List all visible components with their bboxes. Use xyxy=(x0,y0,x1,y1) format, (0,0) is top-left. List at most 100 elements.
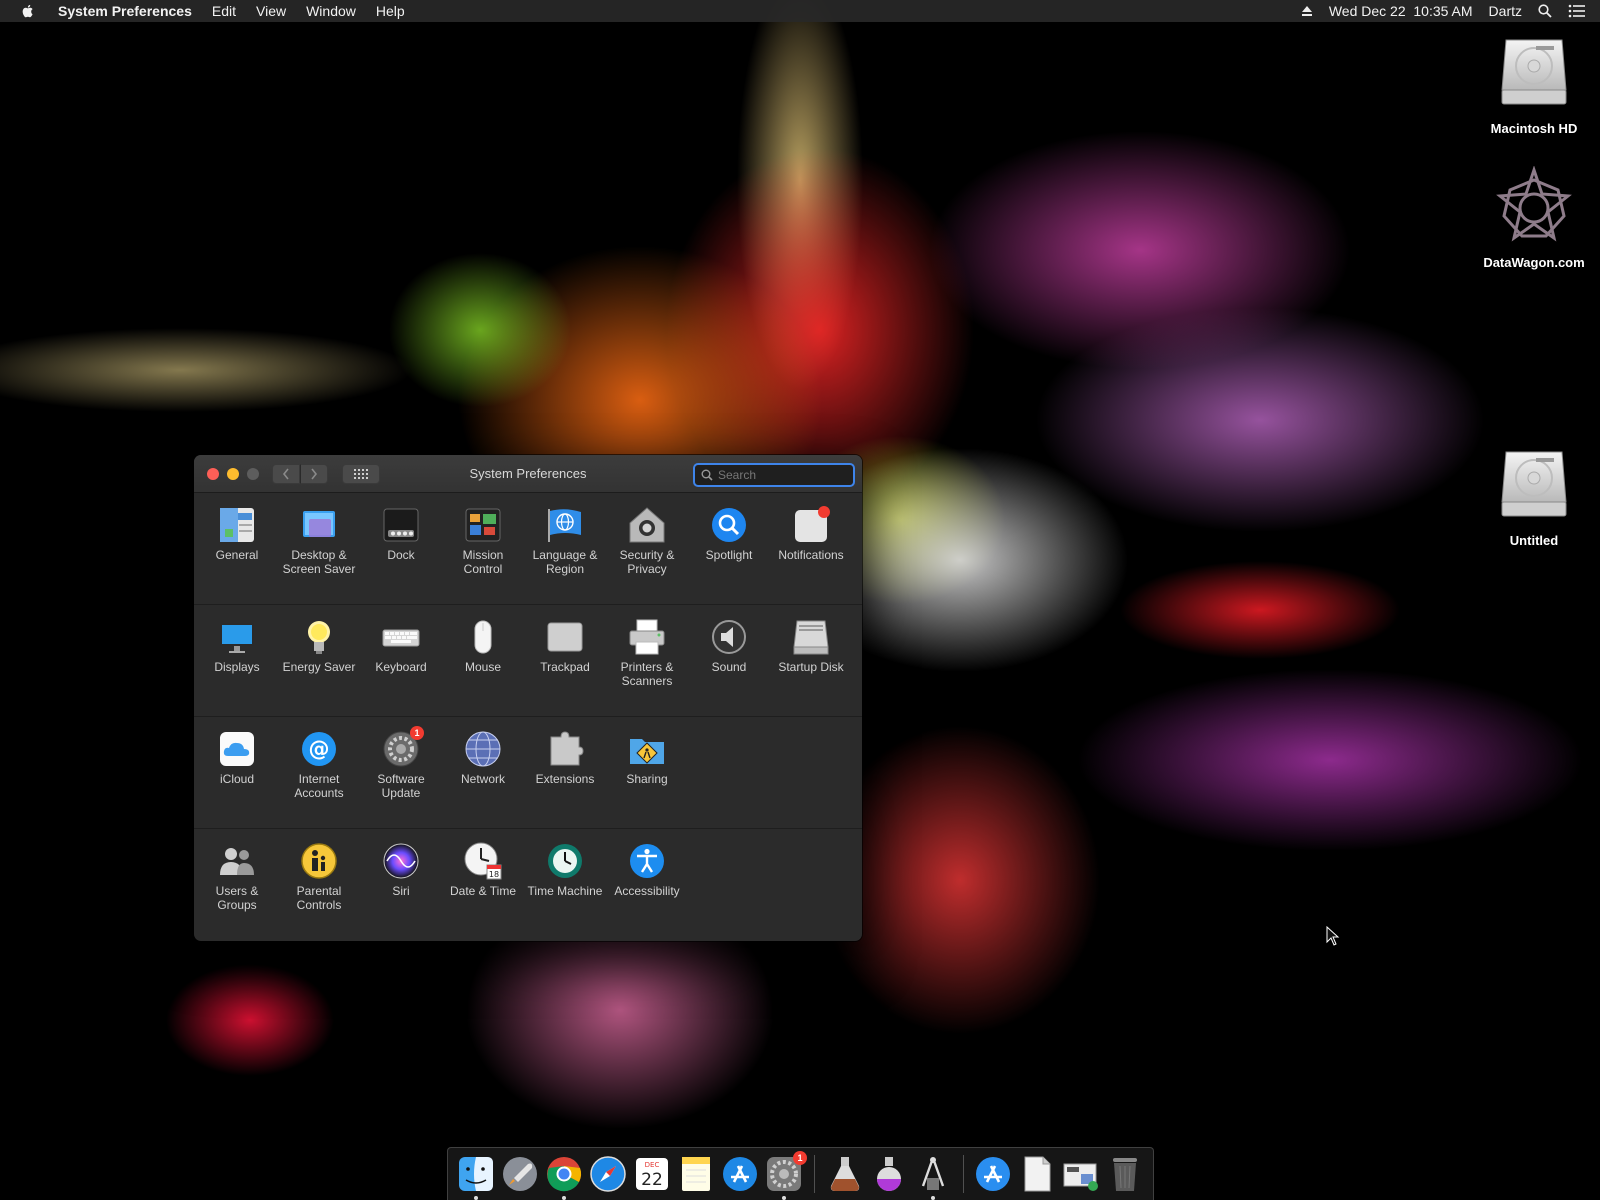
zoom-button[interactable] xyxy=(247,468,259,480)
menu-edit[interactable]: Edit xyxy=(202,0,246,22)
search-input[interactable] xyxy=(718,468,848,482)
pref-label: Network xyxy=(460,772,505,786)
eject-icon[interactable] xyxy=(1301,5,1313,17)
pref-dock[interactable]: Dock xyxy=(360,505,442,604)
menu-help[interactable]: Help xyxy=(366,0,415,22)
pref-general[interactable]: General xyxy=(196,505,278,604)
accessibility-icon xyxy=(627,841,667,881)
pref-internet-accounts[interactable]: @ Internet Accounts xyxy=(278,729,360,828)
pref-startup-disk[interactable]: Startup Disk xyxy=(770,617,852,716)
dock-notes[interactable] xyxy=(676,1154,716,1194)
dock-separator xyxy=(962,1155,963,1193)
pref-sharing[interactable]: Sharing xyxy=(606,729,688,828)
pref-printers-scanners[interactable]: Printers & Scanners xyxy=(606,617,688,716)
dock-document[interactable] xyxy=(1017,1154,1057,1194)
dock-app-store[interactable] xyxy=(720,1154,760,1194)
pref-security-privacy[interactable]: Security & Privacy xyxy=(606,505,688,604)
trash-icon xyxy=(1113,1158,1137,1191)
time-machine-icon xyxy=(545,841,585,881)
pref-row-4: Users & Groups Parental Controls Siri 18… xyxy=(194,829,862,941)
sharing-icon xyxy=(627,729,667,769)
dock-potion-purple[interactable] xyxy=(869,1154,909,1194)
dock-badge: 1 xyxy=(793,1151,807,1165)
dock-utility-tool[interactable] xyxy=(913,1154,953,1200)
network-icon xyxy=(463,729,503,769)
potion-brown-icon xyxy=(830,1157,859,1191)
dock-calendar[interactable]: DEC 22 xyxy=(632,1154,672,1194)
desktop-icon-label: DataWagon.com xyxy=(1483,255,1585,270)
dock-trash[interactable] xyxy=(1105,1154,1145,1194)
pref-extensions[interactable]: Extensions xyxy=(524,729,606,828)
desktop-icon-untitled[interactable]: Untitled xyxy=(1469,444,1599,548)
show-all-button[interactable] xyxy=(342,464,380,484)
calendar-day: 18 xyxy=(489,870,499,879)
pref-date-time[interactable]: 18 Date & Time xyxy=(442,841,524,941)
desktop-icon-datawagon[interactable]: DataWagon.com xyxy=(1469,165,1599,270)
extensions-icon xyxy=(545,729,585,769)
window-titlebar[interactable]: System Preferences xyxy=(194,455,862,493)
pref-label: Notifications xyxy=(778,548,844,562)
pref-mouse[interactable]: Mouse xyxy=(442,617,524,716)
keyboard-icon xyxy=(381,617,421,657)
notifications-icon xyxy=(791,505,831,545)
pref-time-machine[interactable]: Time Machine xyxy=(524,841,606,941)
menu-clock[interactable]: Wed Dec 22 10:35 AM xyxy=(1329,3,1473,19)
finder-icon xyxy=(459,1157,493,1191)
notification-center-icon[interactable] xyxy=(1568,4,1586,18)
menu-window[interactable]: Window xyxy=(296,0,366,22)
pref-label: Internet Accounts xyxy=(294,772,344,800)
pref-energy-saver[interactable]: Energy Saver xyxy=(278,617,360,716)
pref-label: Security & Privacy xyxy=(619,548,675,576)
mouse-icon xyxy=(463,617,503,657)
mouse-cursor-icon xyxy=(1326,926,1340,946)
pref-trackpad[interactable]: Trackpad xyxy=(524,617,606,716)
dock-launchpad[interactable] xyxy=(500,1154,540,1194)
pref-spotlight[interactable]: Spotlight xyxy=(688,505,770,604)
calendar-date: 22 xyxy=(641,1170,663,1190)
close-button[interactable] xyxy=(207,468,219,480)
menu-view[interactable]: View xyxy=(246,0,296,22)
pref-language-region[interactable]: Language & Region xyxy=(524,505,606,604)
pref-label: Keyboard xyxy=(375,660,427,674)
pref-users-groups[interactable]: Users & Groups xyxy=(196,841,278,941)
dock-screenshots-stack[interactable] xyxy=(1061,1154,1101,1194)
dock-applications-folder[interactable] xyxy=(973,1154,1013,1194)
dock-system-preferences[interactable]: 1 xyxy=(764,1151,807,1200)
menu-user[interactable]: Dartz xyxy=(1489,3,1522,19)
dock-potion-brown[interactable] xyxy=(825,1154,865,1194)
pref-software-update[interactable]: 1 Software Update xyxy=(360,726,442,828)
back-button[interactable] xyxy=(272,464,300,484)
pref-displays[interactable]: Displays xyxy=(196,617,278,716)
search-field[interactable] xyxy=(693,463,855,487)
apple-menu-icon[interactable] xyxy=(20,3,36,19)
pref-notifications[interactable]: Notifications xyxy=(770,505,852,604)
menu-app-name[interactable]: System Preferences xyxy=(48,0,202,22)
pref-accessibility[interactable]: Accessibility xyxy=(606,841,688,941)
forward-button[interactable] xyxy=(300,464,328,484)
spotlight-search-icon[interactable] xyxy=(1538,4,1552,18)
pref-label: Users & Groups xyxy=(215,884,259,912)
pref-parental-controls[interactable]: Parental Controls xyxy=(278,841,360,941)
running-indicator xyxy=(474,1196,478,1200)
general-icon xyxy=(217,505,257,545)
minimize-button[interactable] xyxy=(227,468,239,480)
dock-finder[interactable] xyxy=(456,1154,496,1200)
language-region-icon xyxy=(545,505,585,545)
pref-mission-control[interactable]: Mission Control xyxy=(442,505,524,604)
pref-label: Displays xyxy=(214,660,260,674)
pref-keyboard[interactable]: Keyboard xyxy=(360,617,442,716)
navigation-buttons xyxy=(272,464,328,484)
pref-network[interactable]: Network xyxy=(442,729,524,828)
dock-safari[interactable] xyxy=(588,1154,628,1194)
hard-drive-icon xyxy=(1501,39,1567,105)
pref-icloud[interactable]: iCloud xyxy=(196,729,278,828)
pref-desktop-screen-saver[interactable]: Desktop & Screen Saver xyxy=(278,505,360,604)
document-icon xyxy=(1024,1156,1051,1192)
desktop-icon-label: Macintosh HD xyxy=(1490,121,1578,136)
pref-sound[interactable]: Sound xyxy=(688,617,770,716)
dock-chrome[interactable] xyxy=(544,1154,584,1200)
pref-label: Mouse xyxy=(464,660,502,674)
desktop-icon-macintosh-hd[interactable]: Macintosh HD xyxy=(1469,32,1599,136)
pref-siri[interactable]: Siri xyxy=(360,841,442,941)
pref-label: Language & Region xyxy=(532,548,598,576)
